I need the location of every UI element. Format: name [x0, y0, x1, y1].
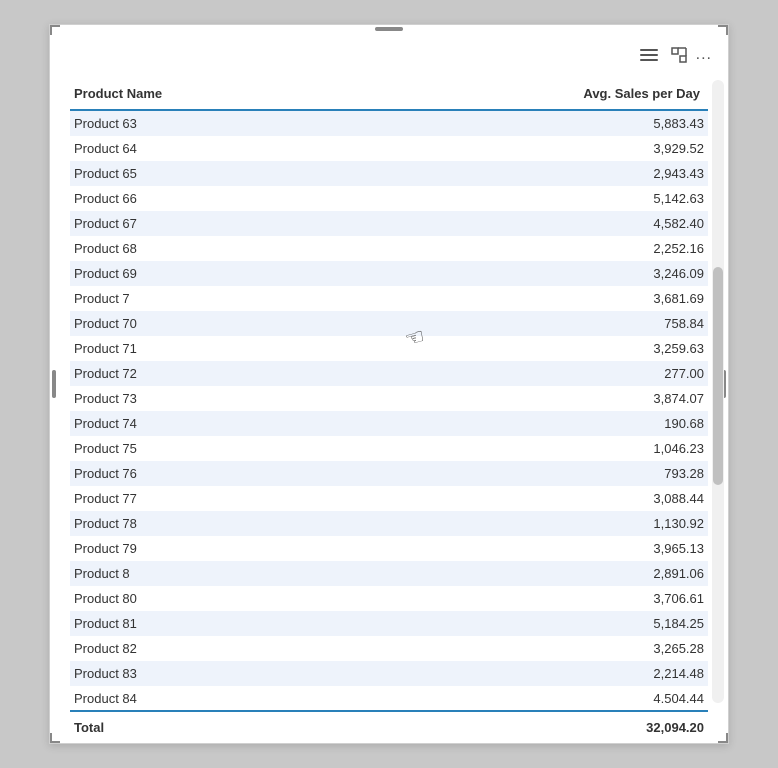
cell-avg-sales: 1,130.92: [349, 511, 708, 536]
cell-product-name: Product 72: [70, 361, 349, 386]
cell-avg-sales: 2,943.43: [349, 161, 708, 186]
cell-product-name: Product 74: [70, 411, 349, 436]
cell-product-name: Product 80: [70, 586, 349, 611]
cell-avg-sales: 3,965.13: [349, 536, 708, 561]
table-row[interactable]: Product 733,874.07: [70, 386, 708, 411]
table-wrapper: Product Name Avg. Sales per Day Product …: [70, 80, 708, 703]
cell-avg-sales: 3,246.09: [349, 261, 708, 286]
table-row[interactable]: Product 76793.28: [70, 461, 708, 486]
cell-product-name: Product 75: [70, 436, 349, 461]
cell-product-name: Product 79: [70, 536, 349, 561]
cell-avg-sales: 2,252.16: [349, 236, 708, 261]
cell-product-name: Product 83: [70, 661, 349, 686]
table-row[interactable]: Product 713,259.63: [70, 336, 708, 361]
cell-product-name: Product 81: [70, 611, 349, 636]
cell-product-name: Product 68: [70, 236, 349, 261]
cell-product-name: Product 73: [70, 386, 349, 411]
table-row[interactable]: Product 693,246.09: [70, 261, 708, 286]
cell-product-name: Product 71: [70, 336, 349, 361]
table-row[interactable]: Product 643,929.52: [70, 136, 708, 161]
cell-avg-sales: 3,088.44: [349, 486, 708, 511]
table-row[interactable]: Product 70758.84: [70, 311, 708, 336]
scrollbar-track[interactable]: [712, 80, 724, 703]
data-table: Product Name Avg. Sales per Day Product …: [70, 80, 708, 703]
cell-product-name: Product 66: [70, 186, 349, 211]
cell-product-name: Product 65: [70, 161, 349, 186]
total-row: Total 32,094.20: [70, 710, 708, 743]
cell-avg-sales: 4,504.44: [349, 686, 708, 703]
table-row[interactable]: Product 803,706.61: [70, 586, 708, 611]
table-row[interactable]: Product 844,504.44: [70, 686, 708, 703]
resize-handle-top[interactable]: [375, 27, 403, 31]
more-options-icon[interactable]: ...: [696, 46, 712, 64]
table-row[interactable]: Product 823,265.28: [70, 636, 708, 661]
cell-avg-sales: 3,681.69: [349, 286, 708, 311]
cell-avg-sales: 5,142.63: [349, 186, 708, 211]
table-row[interactable]: Product 74190.68: [70, 411, 708, 436]
total-label: Total: [74, 720, 104, 735]
cell-avg-sales: 190.68: [349, 411, 708, 436]
cell-avg-sales: 277.00: [349, 361, 708, 386]
cell-product-name: Product 70: [70, 311, 349, 336]
table-row[interactable]: Product 793,965.13: [70, 536, 708, 561]
cell-product-name: Product 67: [70, 211, 349, 236]
table-row[interactable]: Product 652,943.43: [70, 161, 708, 186]
cell-product-name: Product 63: [70, 110, 349, 136]
table-row[interactable]: Product 781,130.92: [70, 511, 708, 536]
cell-avg-sales: 1,046.23: [349, 436, 708, 461]
column-header-product-name[interactable]: Product Name: [70, 80, 349, 110]
resize-handle-left[interactable]: [52, 370, 56, 398]
cell-product-name: Product 84: [70, 686, 349, 703]
cell-product-name: Product 64: [70, 136, 349, 161]
table-row[interactable]: Product 773,088.44: [70, 486, 708, 511]
table-row[interactable]: Product 832,214.48: [70, 661, 708, 686]
table-row[interactable]: Product 674,582.40: [70, 211, 708, 236]
widget-container: ... Product Name Avg. Sales per Day Prod…: [49, 24, 729, 744]
scrollbar-thumb[interactable]: [713, 267, 723, 485]
cell-product-name: Product 82: [70, 636, 349, 661]
cell-product-name: Product 8: [70, 561, 349, 586]
table-row[interactable]: Product 665,142.63: [70, 186, 708, 211]
cell-avg-sales: 3,874.07: [349, 386, 708, 411]
cell-product-name: Product 69: [70, 261, 349, 286]
table-row[interactable]: Product 815,184.25: [70, 611, 708, 636]
menu-icon[interactable]: [636, 45, 662, 65]
table-row[interactable]: Product 682,252.16: [70, 236, 708, 261]
table-row[interactable]: Product 635,883.43: [70, 110, 708, 136]
resize-handle-br[interactable]: [718, 733, 728, 743]
cell-avg-sales: 3,929.52: [349, 136, 708, 161]
cell-avg-sales: 3,265.28: [349, 636, 708, 661]
table-row[interactable]: Product 751,046.23: [70, 436, 708, 461]
cell-avg-sales: 3,706.61: [349, 586, 708, 611]
cell-avg-sales: 793.28: [349, 461, 708, 486]
cell-avg-sales: 758.84: [349, 311, 708, 336]
table-row[interactable]: Product 73,681.69: [70, 286, 708, 311]
cell-avg-sales: 2,891.06: [349, 561, 708, 586]
cell-avg-sales: 3,259.63: [349, 336, 708, 361]
cell-avg-sales: 5,883.43: [349, 110, 708, 136]
table-row[interactable]: Product 72277.00: [70, 361, 708, 386]
resize-handle-tr[interactable]: [718, 25, 728, 35]
total-value: 32,094.20: [646, 720, 704, 735]
cell-avg-sales: 2,214.48: [349, 661, 708, 686]
table-row[interactable]: Product 82,891.06: [70, 561, 708, 586]
cell-product-name: Product 77: [70, 486, 349, 511]
cell-avg-sales: 4,582.40: [349, 211, 708, 236]
resize-handle-bl[interactable]: [50, 733, 60, 743]
expand-icon[interactable]: [670, 46, 688, 64]
cell-product-name: Product 76: [70, 461, 349, 486]
toolbar: ...: [636, 45, 712, 65]
resize-handle-tl[interactable]: [50, 25, 60, 35]
cell-avg-sales: 5,184.25: [349, 611, 708, 636]
cell-product-name: Product 7: [70, 286, 349, 311]
cell-product-name: Product 78: [70, 511, 349, 536]
column-header-avg-sales[interactable]: Avg. Sales per Day: [349, 80, 708, 110]
